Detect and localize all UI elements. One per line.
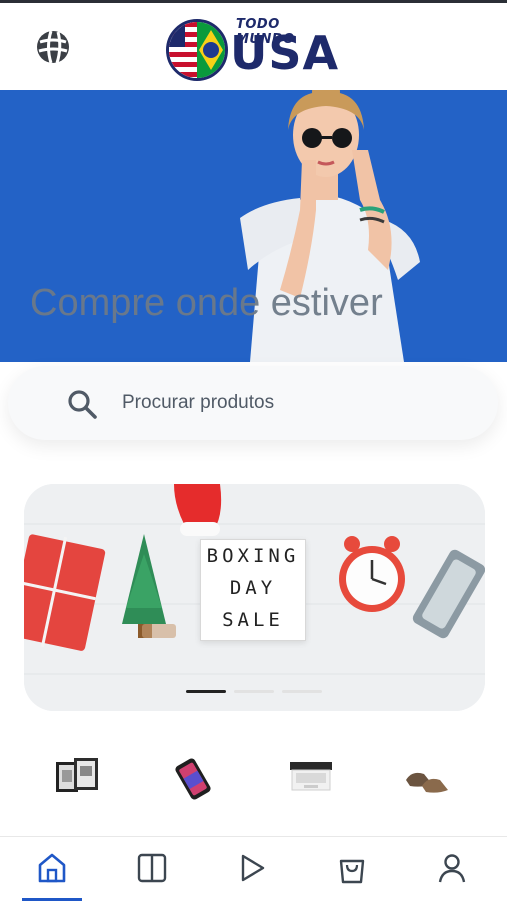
user-icon <box>438 854 466 883</box>
promo-carousel[interactable]: BOXING DAY SALE <box>24 484 485 711</box>
carousel-dot-2[interactable] <box>234 690 274 693</box>
search-placeholder: Procurar produtos <box>122 392 275 413</box>
tab-catalog[interactable] <box>122 837 182 901</box>
picture-frames-icon[interactable] <box>54 756 104 800</box>
smartphone-icon[interactable] <box>170 756 220 800</box>
flag-emblem <box>166 19 228 81</box>
tab-home[interactable] <box>22 837 82 901</box>
shoes-icon[interactable] <box>402 756 452 800</box>
category-strip <box>0 740 507 820</box>
play-icon <box>241 854 265 882</box>
brand-logo[interactable]: TODO MUNDO USA <box>166 15 341 83</box>
logo-main-text: USA <box>230 26 340 80</box>
globe-icon[interactable] <box>34 28 72 66</box>
bag-icon <box>339 859 365 884</box>
tab-account[interactable] <box>422 837 482 901</box>
carousel-dot-1[interactable] <box>186 690 226 693</box>
carousel-dot-3[interactable] <box>282 690 322 693</box>
search-section: Procurar produtos <box>0 362 507 482</box>
letterboard-line-2: DAY <box>229 577 277 599</box>
app-header: TODO MUNDO USA <box>0 3 507 90</box>
letterboard-line-1: BOXING <box>206 545 300 567</box>
catalog-icon <box>137 853 167 883</box>
bottom-tab-bar <box>0 836 507 901</box>
letterboard-sign: BOXING DAY SALE <box>200 539 306 641</box>
tab-play[interactable] <box>222 837 282 901</box>
home-icon <box>38 853 66 883</box>
hero-headline: Compre onde estiver <box>30 282 383 324</box>
tab-bag[interactable] <box>322 837 382 901</box>
search-icon <box>68 390 97 419</box>
letterboard-line-3: SALE <box>222 609 284 631</box>
search-input[interactable]: Procurar produtos <box>8 366 498 440</box>
laptop-icon[interactable] <box>288 756 338 800</box>
hero-banner[interactable]: Compre onde estiver <box>0 90 507 362</box>
